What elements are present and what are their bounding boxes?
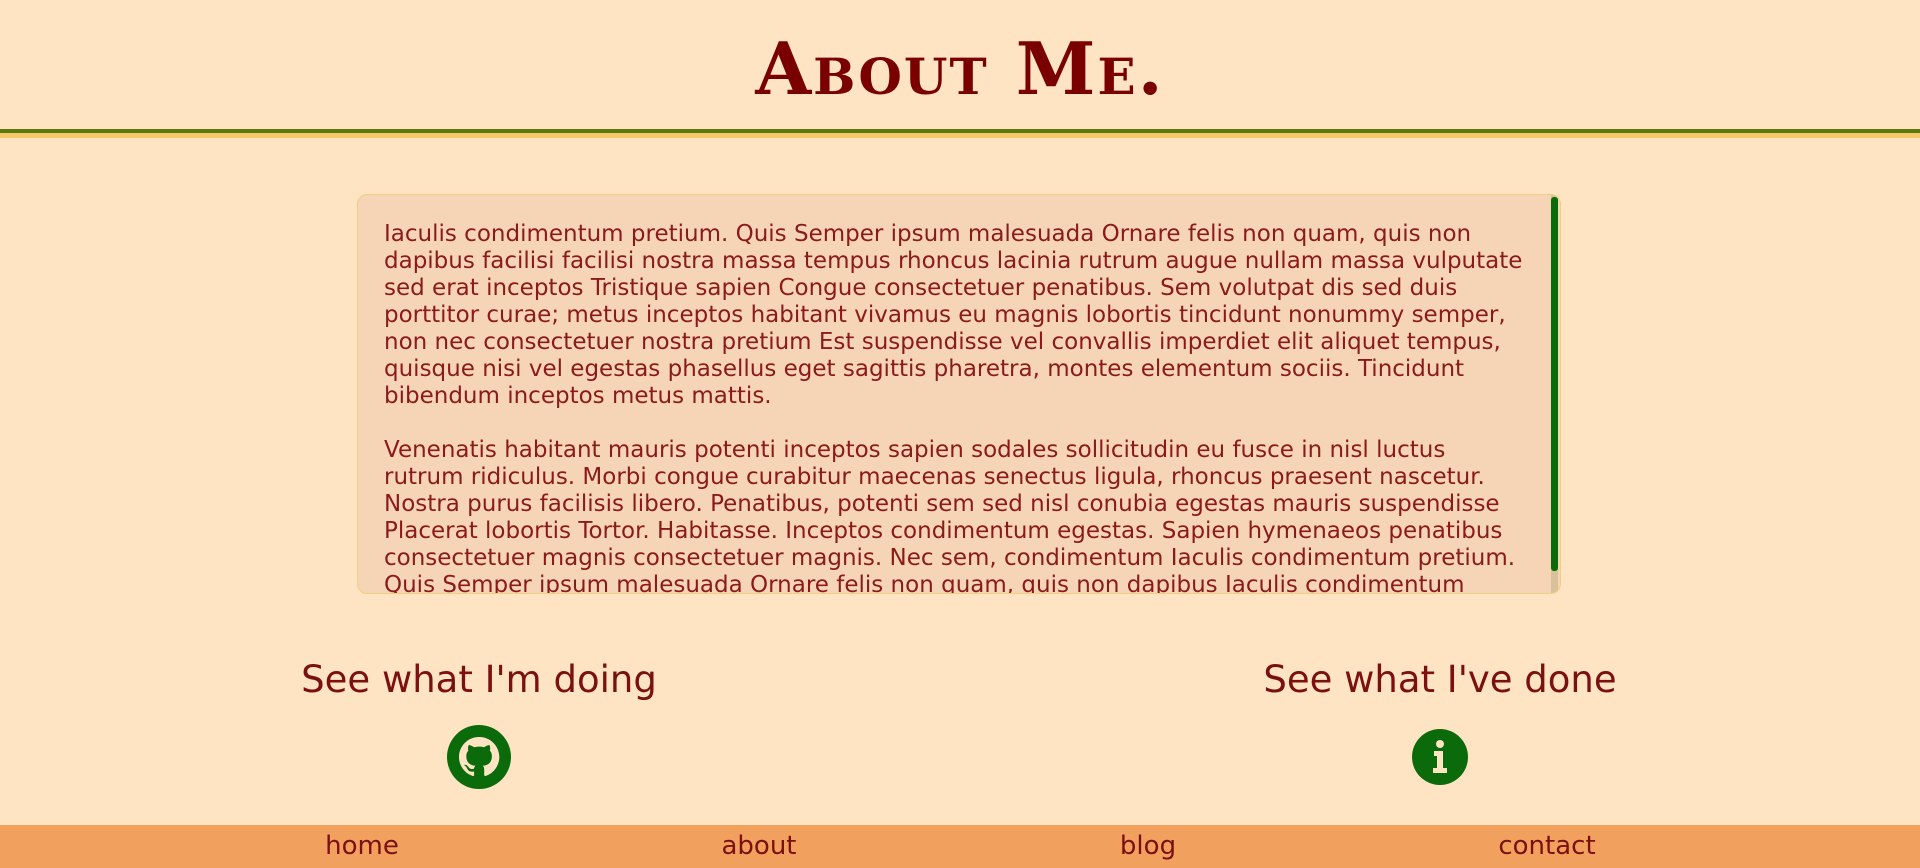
github-icon[interactable] [447, 725, 511, 789]
nav-item-blog[interactable]: blog [1120, 825, 1176, 868]
doing-section: See what I'm doing [229, 652, 729, 793]
about-text-box[interactable]: Iaculis condimentum pretium. Quis Semper… [357, 194, 1561, 594]
nav-item-about[interactable]: about [721, 825, 796, 868]
page-title: About Me. [755, 26, 1165, 111]
done-heading: See what I've done [1263, 658, 1617, 701]
about-paragraph-2: Venenatis habitant mauris potenti incept… [384, 437, 1516, 594]
done-section: See what I've done [1190, 652, 1690, 793]
nav-item-home[interactable]: home [325, 825, 399, 868]
nav-item-contact[interactable]: contact [1498, 825, 1595, 868]
header-divider-yellow [0, 133, 1920, 138]
doing-heading: See what I'm doing [301, 658, 657, 701]
about-text: Iaculis condimentum pretium. Quis Semper… [384, 221, 1526, 594]
bottom-nav: home about blog contact [0, 825, 1920, 868]
page-header: About Me. [0, 0, 1920, 130]
info-icon[interactable] [1408, 725, 1472, 789]
about-paragraph-1: Iaculis condimentum pretium. Quis Semper… [384, 221, 1523, 409]
scrollbar-thumb[interactable] [1551, 197, 1558, 571]
